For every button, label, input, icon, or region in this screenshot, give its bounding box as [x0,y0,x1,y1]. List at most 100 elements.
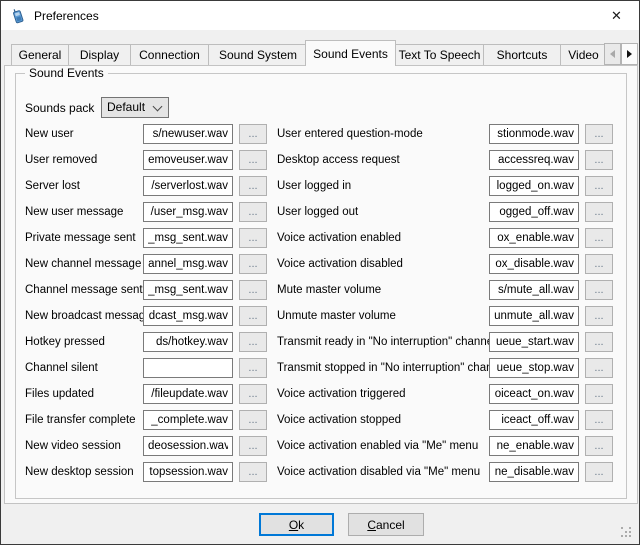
sound-file-input[interactable] [143,228,233,248]
ok-button[interactable]: Ok [259,513,334,536]
sound-event-label: Voice activation disabled [277,254,403,274]
sound-event-row: User removed ... [25,150,267,170]
sound-event-label: User logged in [277,176,351,196]
browse-button[interactable]: ... [585,124,613,144]
sound-file-input[interactable] [143,254,233,274]
sound-event-row: Channel message sent ... [25,280,267,300]
sound-event-label: File transfer complete [25,410,136,430]
browse-button[interactable]: ... [585,306,613,326]
browse-button[interactable]: ... [585,462,613,482]
sound-file-input[interactable] [143,436,233,456]
chevron-down-icon [153,102,163,112]
sound-event-label: Server lost [25,176,80,196]
sound-file-input[interactable] [143,358,233,378]
tab-connection[interactable]: Connection [130,44,209,65]
browse-button[interactable]: ... [239,280,267,300]
sound-event-label: User removed [25,150,97,170]
resize-grip[interactable] [621,527,634,540]
cancel-button[interactable]: Cancel [348,513,424,536]
browse-button[interactable]: ... [239,462,267,482]
browse-button[interactable]: ... [239,384,267,404]
browse-button[interactable]: ... [239,124,267,144]
sound-file-input[interactable] [143,176,233,196]
tab-shortcuts[interactable]: Shortcuts [483,44,561,65]
browse-button[interactable]: ... [585,332,613,352]
tab-text-to-speech[interactable]: Text To Speech [395,44,484,65]
sound-file-input[interactable] [143,280,233,300]
browse-button[interactable]: ... [585,150,613,170]
sound-event-label: Unmute master volume [277,306,396,326]
sound-event-row: New video session ... [25,436,267,456]
sound-event-row: Files updated ... [25,384,267,404]
browse-button[interactable]: ... [239,358,267,378]
tab-display[interactable]: Display [68,44,131,65]
sound-event-row: User logged out ... [277,202,613,222]
browse-button[interactable]: ... [239,410,267,430]
groupbox-title: Sound Events [25,66,108,81]
sound-event-row: User entered question-mode ... [277,124,613,144]
sound-file-input[interactable] [143,462,233,482]
browse-button[interactable]: ... [585,410,613,430]
sound-event-label: New video session [25,436,121,456]
tab-scroll-right-button[interactable] [621,43,638,65]
sound-event-label: Voice activation enabled [277,228,401,248]
sound-file-input[interactable] [489,176,579,196]
browse-button[interactable]: ... [239,332,267,352]
sound-event-label: Transmit ready in "No interruption" chan… [277,332,496,352]
sound-file-input[interactable] [489,462,579,482]
sound-file-input[interactable] [143,306,233,326]
sound-file-input[interactable] [489,228,579,248]
sound-file-input[interactable] [143,384,233,404]
sound-event-label: Files updated [25,384,94,404]
sound-file-input[interactable] [489,384,579,404]
browse-button[interactable]: ... [239,436,267,456]
browse-button[interactable]: ... [585,228,613,248]
browse-button[interactable]: ... [239,254,267,274]
tab-scroll-left-button[interactable] [604,43,621,65]
sounds-pack-select[interactable]: Default [101,97,169,118]
sound-file-input[interactable] [489,280,579,300]
browse-button[interactable]: ... [239,202,267,222]
sound-file-input[interactable] [489,358,579,378]
browse-button[interactable]: ... [585,202,613,222]
browse-button[interactable]: ... [239,306,267,326]
sound-file-input[interactable] [489,202,579,222]
sounds-pack-value: Default [107,100,145,114]
browse-button[interactable]: ... [585,436,613,456]
sounds-pack-label: Sounds pack [25,98,94,119]
tab-sound-system[interactable]: Sound System [208,44,308,65]
sound-file-input[interactable] [143,202,233,222]
sound-file-input[interactable] [489,124,579,144]
browse-button[interactable]: ... [239,150,267,170]
sound-file-input[interactable] [143,124,233,144]
tab-general[interactable]: General [11,44,69,65]
sound-event-label: User entered question-mode [277,124,423,144]
browse-button[interactable]: ... [585,358,613,378]
browse-button[interactable]: ... [585,384,613,404]
sound-event-row: Voice activation enabled ... [277,228,613,248]
browse-button[interactable]: ... [585,254,613,274]
sound-event-label: Desktop access request [277,150,400,170]
sound-file-input[interactable] [489,254,579,274]
sound-file-input[interactable] [143,410,233,430]
browse-button[interactable]: ... [585,176,613,196]
browse-button[interactable]: ... [585,280,613,300]
close-icon[interactable]: ✕ [594,1,639,30]
tab-sound-events[interactable]: Sound Events [305,40,396,66]
sound-file-input[interactable] [489,436,579,456]
sound-file-input[interactable] [489,150,579,170]
browse-button[interactable]: ... [239,176,267,196]
title-bar[interactable]: Preferences ✕ [1,1,639,30]
sound-event-row: New broadcast message ... [25,306,267,326]
arrow-left-icon [610,50,615,58]
browse-button[interactable]: ... [239,228,267,248]
sound-event-row: Transmit stopped in "No interruption" ch… [277,358,613,378]
sound-file-input[interactable] [489,410,579,430]
sound-event-label: Hotkey pressed [25,332,105,352]
sound-file-input[interactable] [143,332,233,352]
tab-video[interactable]: Video [560,44,606,65]
sound-event-label: Voice activation disabled via "Me" menu [277,462,480,482]
sound-file-input[interactable] [143,150,233,170]
sound-file-input[interactable] [489,306,579,326]
sound-file-input[interactable] [489,332,579,352]
